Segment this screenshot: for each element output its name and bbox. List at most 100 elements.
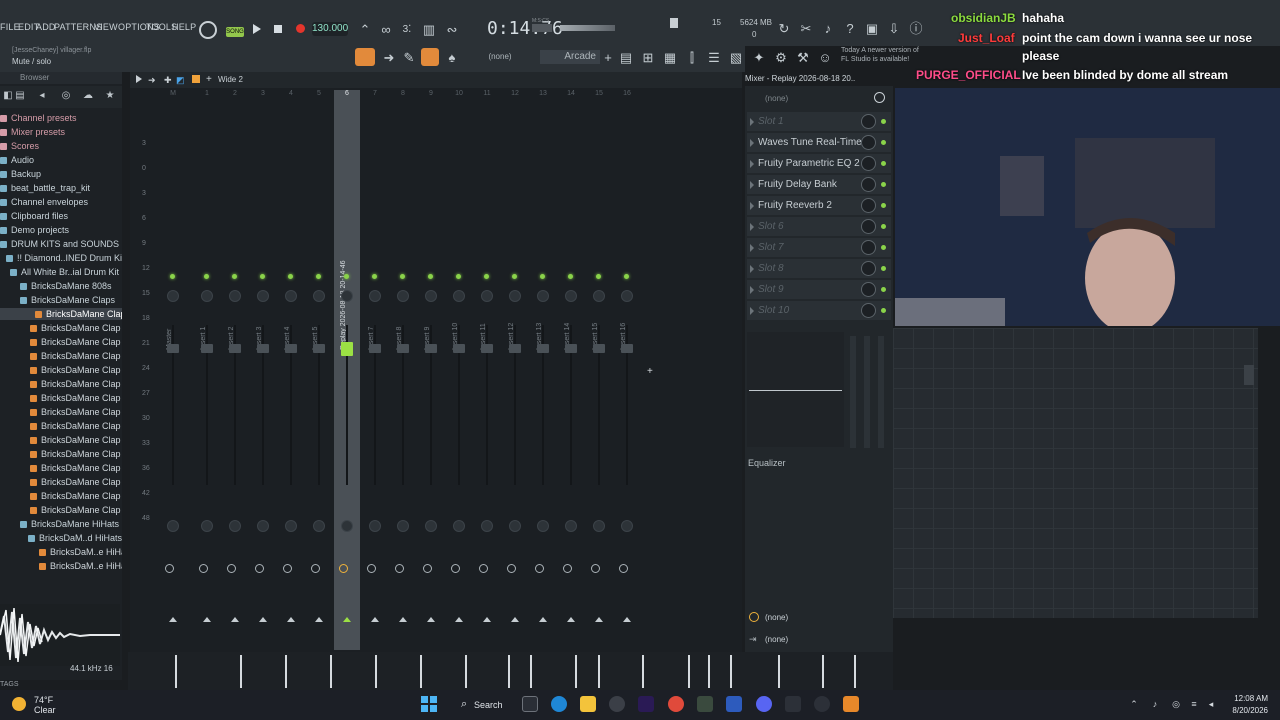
route-button[interactable] <box>283 564 292 573</box>
route-button[interactable] <box>619 564 628 573</box>
mixer-pin-icon[interactable]: ✚ <box>164 75 172 86</box>
fx-slot[interactable]: Slot 8 <box>747 259 891 278</box>
stereo-knob[interactable] <box>341 520 353 532</box>
tray-network-icon[interactable]: ≡ <box>1189 699 1199 709</box>
mixer-strip[interactable]: 6 Replay 2026-08-18 20-14-46 <box>334 90 360 650</box>
metronome-icon[interactable]: ⌃ <box>357 22 373 38</box>
browser-file-icon[interactable]: ▤ <box>14 90 26 102</box>
weather-temperature[interactable]: 74°F <box>34 695 53 705</box>
pattern-selector[interactable]: Arcade <box>540 50 600 64</box>
volume-fader[interactable] <box>453 344 465 353</box>
fl-studio-taskbar-icon[interactable] <box>843 696 859 712</box>
menu-item-view[interactable]: VIEW <box>94 22 118 32</box>
terminal-icon[interactable] <box>785 696 801 712</box>
pan-knob[interactable] <box>593 290 605 302</box>
collapse-icon[interactable]: ◂ <box>36 90 48 102</box>
weather-sun-icon[interactable] <box>12 697 26 711</box>
clock-date[interactable]: 8/20/2026 <box>1222 706 1268 715</box>
wrench-icon[interactable]: ⚒ <box>795 50 811 66</box>
strip-led[interactable] <box>344 274 349 279</box>
send-arrow-icon[interactable] <box>567 617 575 622</box>
stereo-knob[interactable] <box>397 520 409 532</box>
mixer-menu-icon[interactable] <box>136 75 142 83</box>
route-button[interactable] <box>227 564 236 573</box>
volume-fader[interactable] <box>229 344 241 353</box>
slot-mix-knob[interactable] <box>861 261 876 276</box>
send-arrow-icon[interactable] <box>511 617 519 622</box>
link-icon[interactable] <box>421 48 439 66</box>
latency-icon[interactable] <box>874 92 885 103</box>
browser-item[interactable]: BricksDaMane Clap 3 <box>0 336 122 348</box>
excel-icon[interactable] <box>697 696 713 712</box>
mixer-strip[interactable]: 5 Insert 5 <box>306 90 332 650</box>
strip-led[interactable] <box>288 274 293 279</box>
route-button[interactable] <box>199 564 208 573</box>
play-icon[interactable] <box>253 24 261 34</box>
clock-time[interactable]: 12:08 AM <box>1230 694 1268 703</box>
mixer-add-icon[interactable]: + <box>206 74 212 85</box>
send-arrow-icon[interactable] <box>399 617 407 622</box>
menu-item-file[interactable]: FILE <box>0 22 20 32</box>
strip-led[interactable] <box>596 274 601 279</box>
slot-mix-knob[interactable] <box>861 135 876 150</box>
fx-slot[interactable]: Fruity Delay Bank <box>747 175 891 194</box>
cut-tools-icon[interactable]: ✂ <box>798 21 814 37</box>
touch-controller-icon[interactable]: ⚙ <box>773 50 789 66</box>
pattern-song-toggle-icon[interactable] <box>199 21 217 39</box>
route-button[interactable] <box>563 564 572 573</box>
premiere-icon[interactable] <box>638 696 654 712</box>
slot-expand-icon[interactable] <box>750 181 754 189</box>
mixer-strip[interactable]: 1 Insert 1 <box>194 90 220 650</box>
slot-enable-led[interactable] <box>881 287 886 292</box>
playlist-clip-marker[interactable] <box>598 655 600 688</box>
stereo-knob[interactable] <box>425 520 437 532</box>
route-button[interactable] <box>479 564 488 573</box>
browser-item[interactable]: BricksDaM..e HiHat 1 <box>0 546 122 558</box>
fx-slot[interactable]: Slot 10 <box>747 301 891 320</box>
record-icon[interactable] <box>296 24 305 33</box>
pan-knob[interactable] <box>509 290 521 302</box>
slot-expand-icon[interactable] <box>750 223 754 231</box>
strip-led[interactable] <box>484 274 489 279</box>
fx-slot[interactable]: Fruity Parametric EQ 2 <box>747 154 891 173</box>
pencil-icon[interactable]: ✎ <box>401 50 417 66</box>
playlist-clip-marker[interactable] <box>730 655 732 688</box>
arrow-right-icon[interactable]: ➜ <box>381 50 397 66</box>
pan-knob[interactable] <box>313 290 325 302</box>
playlist-clip-marker[interactable] <box>508 655 510 688</box>
browser-item[interactable]: BricksDaMane Clap 1 <box>0 308 122 320</box>
browser-item[interactable]: DRUM KITS and SOUNDS <box>0 238 122 250</box>
slot-expand-icon[interactable] <box>750 139 754 147</box>
slot-expand-icon[interactable] <box>750 307 754 315</box>
slot-mix-knob[interactable] <box>861 219 876 234</box>
strip-led[interactable] <box>372 274 377 279</box>
strip-led[interactable] <box>568 274 573 279</box>
stereo-knob[interactable] <box>565 520 577 532</box>
mixer-layout-label[interactable]: Wide 2 <box>218 75 243 84</box>
menu-item-help[interactable]: HELP <box>172 22 196 32</box>
playlist-clip-marker[interactable] <box>708 655 710 688</box>
mixer-strip[interactable]: 4 Insert 4 <box>278 90 304 650</box>
browser-menu-icon[interactable]: ◧ <box>2 90 14 102</box>
channel-rack-icon[interactable]: ⊞ <box>640 50 656 66</box>
strip-led[interactable] <box>624 274 629 279</box>
slot-mix-knob[interactable] <box>861 156 876 171</box>
tempo-display[interactable]: 130.000 <box>312 22 348 36</box>
playlist-clip-marker[interactable] <box>285 655 287 688</box>
mixer-layout-icon[interactable] <box>192 75 200 83</box>
tag-icon[interactable]: ◎ <box>60 90 72 102</box>
browser-item[interactable]: !! Diamond..INED Drum Kit <box>0 252 122 264</box>
grid-scrollbar[interactable] <box>1244 365 1254 385</box>
browser-item[interactable]: beat_battle_trap_kit <box>0 182 122 194</box>
send-arrow-icon[interactable] <box>203 617 211 622</box>
pan-knob[interactable] <box>537 290 549 302</box>
mixer-arrow-icon[interactable]: ➜ <box>148 75 156 86</box>
playlist-clip-marker[interactable] <box>530 655 532 688</box>
browser-item[interactable]: BricksDaMane HiHats <box>0 518 122 530</box>
eq-band-slider-1[interactable] <box>850 336 856 448</box>
volume-fader[interactable] <box>509 344 521 353</box>
pan-knob[interactable] <box>565 290 577 302</box>
fx-input-select[interactable]: (none) <box>765 94 788 103</box>
pattern-button[interactable] <box>355 48 375 66</box>
stamp-icon[interactable]: ♠ <box>444 50 460 66</box>
